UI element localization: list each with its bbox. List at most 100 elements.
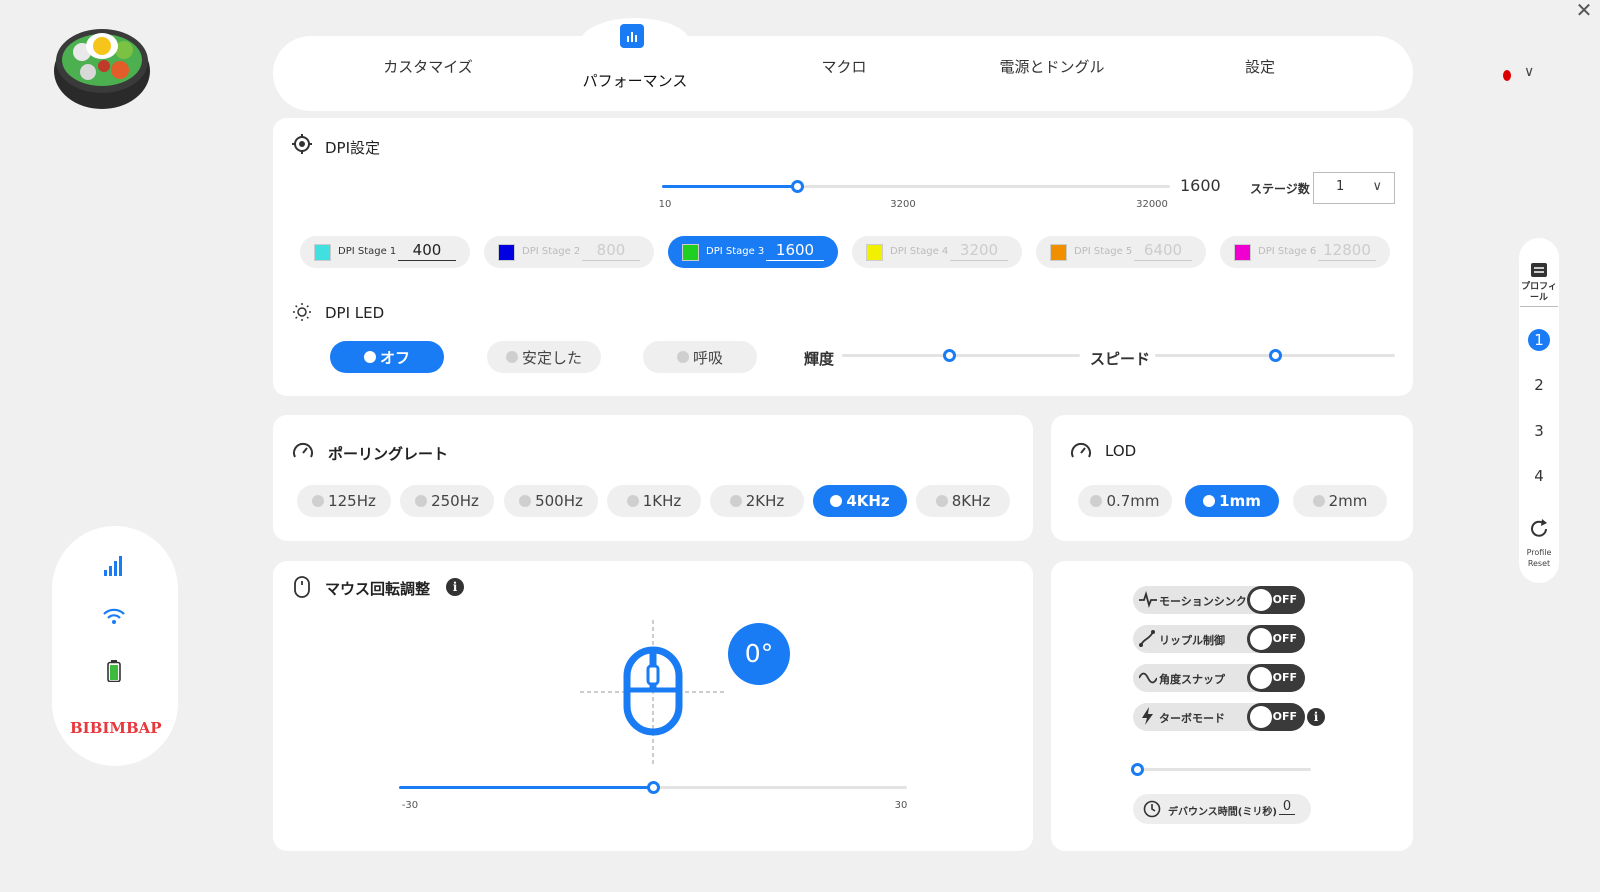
check-icon bbox=[1312, 495, 1325, 507]
tab-macro[interactable]: マクロ bbox=[821, 56, 866, 77]
stage-color-swatch[interactable] bbox=[314, 244, 331, 261]
profile-1[interactable]: 1 bbox=[1528, 329, 1550, 351]
dpi-stage-6[interactable]: DPI Stage 6 12800 bbox=[1220, 236, 1390, 268]
dpi-slider[interactable] bbox=[662, 180, 1170, 193]
motion-sync-toggle[interactable]: OFF bbox=[1247, 586, 1305, 614]
refresh-icon[interactable] bbox=[1528, 518, 1550, 540]
stage-value[interactable]: 3200 bbox=[950, 241, 1008, 261]
poll-4khz[interactable]: 4KHz bbox=[813, 485, 907, 517]
toggle-knob bbox=[1250, 628, 1272, 650]
brand-name: BIBIMBAP bbox=[70, 719, 162, 737]
debounce-field: デバウンス時間(ミリ秒) 0 bbox=[1133, 794, 1311, 824]
poll-label: 8KHz bbox=[951, 492, 991, 510]
speed-slider[interactable] bbox=[1155, 349, 1395, 362]
poll-500hz[interactable]: 500Hz bbox=[504, 485, 598, 517]
pulse-icon bbox=[1139, 590, 1157, 608]
poll-2khz[interactable]: 2KHz bbox=[710, 485, 804, 517]
stage-color-swatch[interactable] bbox=[1050, 244, 1067, 261]
profile-2[interactable]: 2 bbox=[1528, 374, 1550, 396]
dpi-slider-knob[interactable] bbox=[790, 180, 804, 193]
lod-1mm[interactable]: 1mm bbox=[1185, 485, 1279, 517]
language-chevron-icon[interactable]: ∨ bbox=[1524, 64, 1534, 80]
turbo-slider[interactable] bbox=[1130, 763, 1311, 776]
stage-value[interactable]: 12800 bbox=[1318, 241, 1376, 261]
poll-1khz[interactable]: 1KHz bbox=[607, 485, 701, 517]
stage-value[interactable]: 6400 bbox=[1134, 241, 1192, 261]
check-icon bbox=[626, 495, 639, 507]
profile-reset-label-2[interactable]: Reset bbox=[1519, 559, 1559, 568]
check-icon bbox=[519, 495, 532, 507]
stage-count-select[interactable]: 1 ∨ bbox=[1313, 172, 1395, 204]
info-icon[interactable]: i bbox=[1307, 708, 1325, 726]
turbo-slider-knob[interactable] bbox=[1130, 763, 1144, 776]
toggle-knob bbox=[1250, 706, 1272, 728]
close-icon[interactable]: ✕ bbox=[1574, 0, 1594, 20]
poll-label: 250Hz bbox=[431, 492, 479, 510]
stage-color-swatch[interactable] bbox=[1234, 244, 1251, 261]
brightness-slider[interactable] bbox=[842, 349, 1080, 362]
profile-reset-label-1[interactable]: Profile bbox=[1519, 548, 1559, 557]
list-icon bbox=[1531, 263, 1547, 277]
tab-performance[interactable]: パフォーマンス bbox=[583, 70, 688, 91]
rotation-slider-fill bbox=[399, 786, 653, 789]
tab-settings[interactable]: 設定 bbox=[1245, 56, 1275, 77]
angle-snap-toggle[interactable]: OFF bbox=[1247, 664, 1305, 692]
rotation-slider[interactable] bbox=[399, 781, 907, 794]
stage-color-swatch[interactable] bbox=[682, 244, 699, 261]
led-mode-breathing[interactable]: 呼吸 bbox=[643, 341, 757, 373]
language-flag-icon[interactable] bbox=[1503, 70, 1511, 81]
poll-label: 1KHz bbox=[642, 492, 682, 510]
poll-125hz[interactable]: 125Hz bbox=[297, 485, 391, 517]
toggle-label: 角度スナップ bbox=[1159, 673, 1225, 686]
ripple-control-toggle[interactable]: OFF bbox=[1247, 625, 1305, 653]
mouse-icon bbox=[294, 576, 310, 598]
stage-color-swatch[interactable] bbox=[866, 244, 883, 261]
info-icon[interactable]: i bbox=[446, 578, 464, 596]
profile-3[interactable]: 3 bbox=[1528, 420, 1550, 442]
dpi-max-label: 32000 bbox=[1136, 199, 1168, 210]
poll-label: 2KHz bbox=[745, 492, 785, 510]
led-mode-off[interactable]: オフ bbox=[330, 341, 444, 373]
led-mode-label: オフ bbox=[379, 348, 410, 367]
debounce-input[interactable]: 0 bbox=[1279, 799, 1295, 815]
poll-8khz[interactable]: 8KHz bbox=[916, 485, 1010, 517]
dpi-mid-label: 3200 bbox=[890, 199, 916, 210]
dpi-current-value: 1600 bbox=[1180, 176, 1221, 195]
stage-value[interactable]: 800 bbox=[582, 241, 640, 261]
dpi-min-label: 10 bbox=[658, 199, 672, 210]
profile-4[interactable]: 4 bbox=[1528, 465, 1550, 487]
stage-value[interactable]: 1600 bbox=[766, 241, 824, 261]
wave-icon bbox=[1139, 672, 1157, 684]
lod-2mm[interactable]: 2mm bbox=[1293, 485, 1387, 517]
check-icon bbox=[363, 351, 376, 363]
stage-color-swatch[interactable] bbox=[498, 244, 515, 261]
toggle-knob bbox=[1250, 589, 1272, 611]
dpi-stage-5[interactable]: DPI Stage 5 6400 bbox=[1036, 236, 1206, 268]
sun-icon bbox=[293, 303, 311, 321]
lod-0-7mm[interactable]: 0.7mm bbox=[1078, 485, 1172, 517]
stage-value[interactable]: 400 bbox=[398, 241, 456, 261]
tab-customize[interactable]: カスタマイズ bbox=[383, 56, 473, 77]
angle-snap-row: 角度スナップ OFF bbox=[1133, 664, 1305, 692]
profile-label: プロフィール bbox=[1520, 282, 1558, 307]
check-icon bbox=[312, 495, 325, 507]
dpi-stage-3[interactable]: DPI Stage 3 1600 bbox=[668, 236, 838, 268]
dpi-stage-4[interactable]: DPI Stage 4 3200 bbox=[852, 236, 1022, 268]
poll-250hz[interactable]: 250Hz bbox=[400, 485, 494, 517]
speed-slider-knob[interactable] bbox=[1269, 349, 1282, 362]
rotation-slider-knob[interactable] bbox=[647, 781, 660, 794]
dpi-stage-1[interactable]: DPI Stage 1 400 bbox=[300, 236, 470, 268]
battery-icon bbox=[107, 660, 121, 682]
chart-icon bbox=[620, 24, 644, 48]
brightness-slider-knob[interactable] bbox=[943, 349, 957, 362]
check-icon bbox=[1203, 495, 1216, 507]
dpi-stage-2[interactable]: DPI Stage 2 800 bbox=[484, 236, 654, 268]
signal-bars-icon bbox=[104, 556, 122, 576]
toggle-label: モーションシンク bbox=[1159, 595, 1247, 608]
led-mode-steady[interactable]: 安定した bbox=[487, 341, 601, 373]
turbo-mode-toggle[interactable]: OFF bbox=[1247, 703, 1305, 731]
lod-title: LOD bbox=[1105, 442, 1137, 460]
wifi-icon bbox=[103, 608, 125, 624]
check-icon bbox=[415, 495, 428, 507]
tab-power-dongle[interactable]: 電源とドングル bbox=[999, 56, 1104, 77]
